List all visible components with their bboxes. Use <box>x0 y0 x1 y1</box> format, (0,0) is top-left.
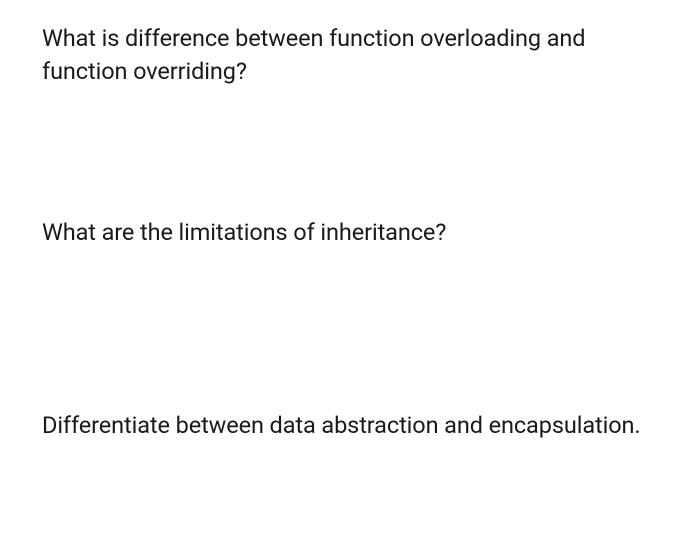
question-2: What are the limitations of inheritance? <box>42 216 664 249</box>
question-3: Differentiate between data abstraction a… <box>42 409 664 442</box>
question-1: What is difference between function over… <box>42 22 664 88</box>
